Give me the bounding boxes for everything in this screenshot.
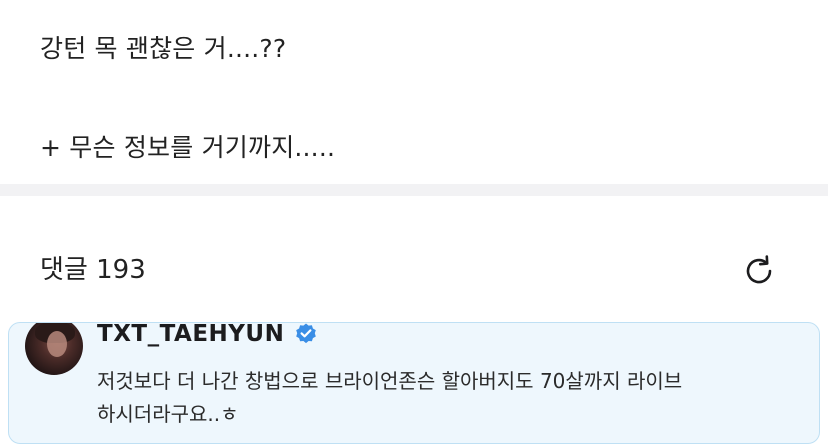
comments-header: 댓글 193: [0, 196, 828, 316]
comment-text-line: 저것보다 더 나간 창법으로 브라이언존슨 할아버지도 70살까지 라이브: [97, 369, 683, 393]
post-body: 강턴 목 괜찮은 거....?? + 무슨 정보를 거기까지.....: [0, 0, 828, 184]
comment-text-line: 하시더라구요..ㅎ: [97, 402, 239, 426]
refresh-icon: [746, 255, 772, 284]
refresh-button[interactable]: [738, 250, 780, 292]
comment-text: 저것보다 더 나간 창법으로 브라이언존슨 할아버지도 70살까지 라이브 하시…: [97, 365, 809, 431]
comment-count-label: 댓글 193: [40, 255, 146, 285]
comment-card[interactable]: TXT_TAEHYUN 저것보다 더 나간 창법으로 브라이언존슨 할아버지도 …: [8, 322, 820, 444]
comment-author-row: TXT_TAEHYUN: [97, 323, 318, 349]
post-text-line: 강턴 목 괜찮은 거....??: [40, 34, 287, 63]
section-divider: [0, 184, 828, 196]
comment-author-name[interactable]: TXT_TAEHYUN: [97, 323, 284, 347]
avatar[interactable]: [25, 323, 83, 375]
verified-badge-icon: [296, 323, 317, 344]
post-text-line: + 무슨 정보를 거기까지.....: [40, 133, 336, 162]
